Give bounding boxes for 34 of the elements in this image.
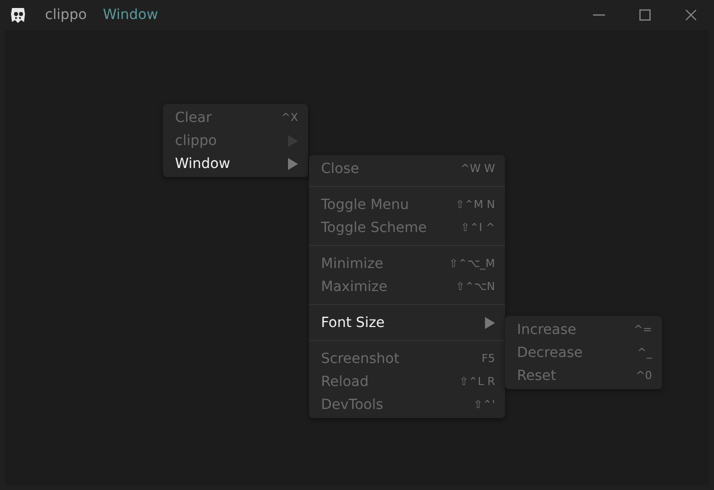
menu-item[interactable]: Clear ^X [163,106,308,129]
menu-bar-item[interactable]: clippo [37,7,95,23]
menu-item[interactable]: Reload ⇧⌃L R [309,370,505,393]
menu-item[interactable]: Close ^W W [309,157,505,180]
menu-item[interactable]: Toggle Scheme ⇧⌃I ^ [309,216,505,239]
shortcut-label: ⇧⌃⌥_M [448,257,495,270]
shortcut-label: ⇧⌃' [474,398,495,411]
shortcut-label: ^= [634,323,652,336]
menu-item[interactable]: Window [163,152,308,175]
maximize-icon[interactable] [637,7,653,23]
shortcut-label: ^_ [637,346,652,359]
menu-item[interactable]: Decrease ^_ [505,341,662,364]
menu-item[interactable]: Screenshot F5 [309,347,505,370]
shortcut-label: ⇧⌃M N [455,198,495,211]
submenu-arrow-icon [485,316,495,328]
menu-item[interactable]: clippo [163,129,308,152]
menu-item[interactable]: Font Size [309,311,505,334]
menu-item[interactable]: Reset ^0 [505,364,662,387]
shortcut-label: ^W W [460,162,495,175]
shortcut-label: ^X [281,111,298,124]
app-logo-icon [9,6,27,24]
menu-item[interactable]: Toggle Menu ⇧⌃M N [309,193,505,216]
shortcut-label: F5 [482,352,495,365]
shortcut-label: ⇧⌃I ^ [460,221,495,234]
menu-item[interactable]: DevTools ⇧⌃' [309,393,505,416]
menu-item[interactable]: Minimize ⇧⌃⌥_M [309,252,505,275]
shortcut-label: ⇧⌃⌥N [456,280,495,293]
close-icon[interactable] [683,7,699,23]
shortcut-label: ^0 [636,369,652,382]
menu-item[interactable]: Maximize ⇧⌃⌥N [309,275,505,298]
shortcut-label: ⇧⌃L R [459,375,495,388]
menu-bar-item[interactable]: Window [94,7,166,23]
submenu-arrow-icon [288,158,298,170]
menu-item[interactable]: Increase ^= [505,318,662,341]
